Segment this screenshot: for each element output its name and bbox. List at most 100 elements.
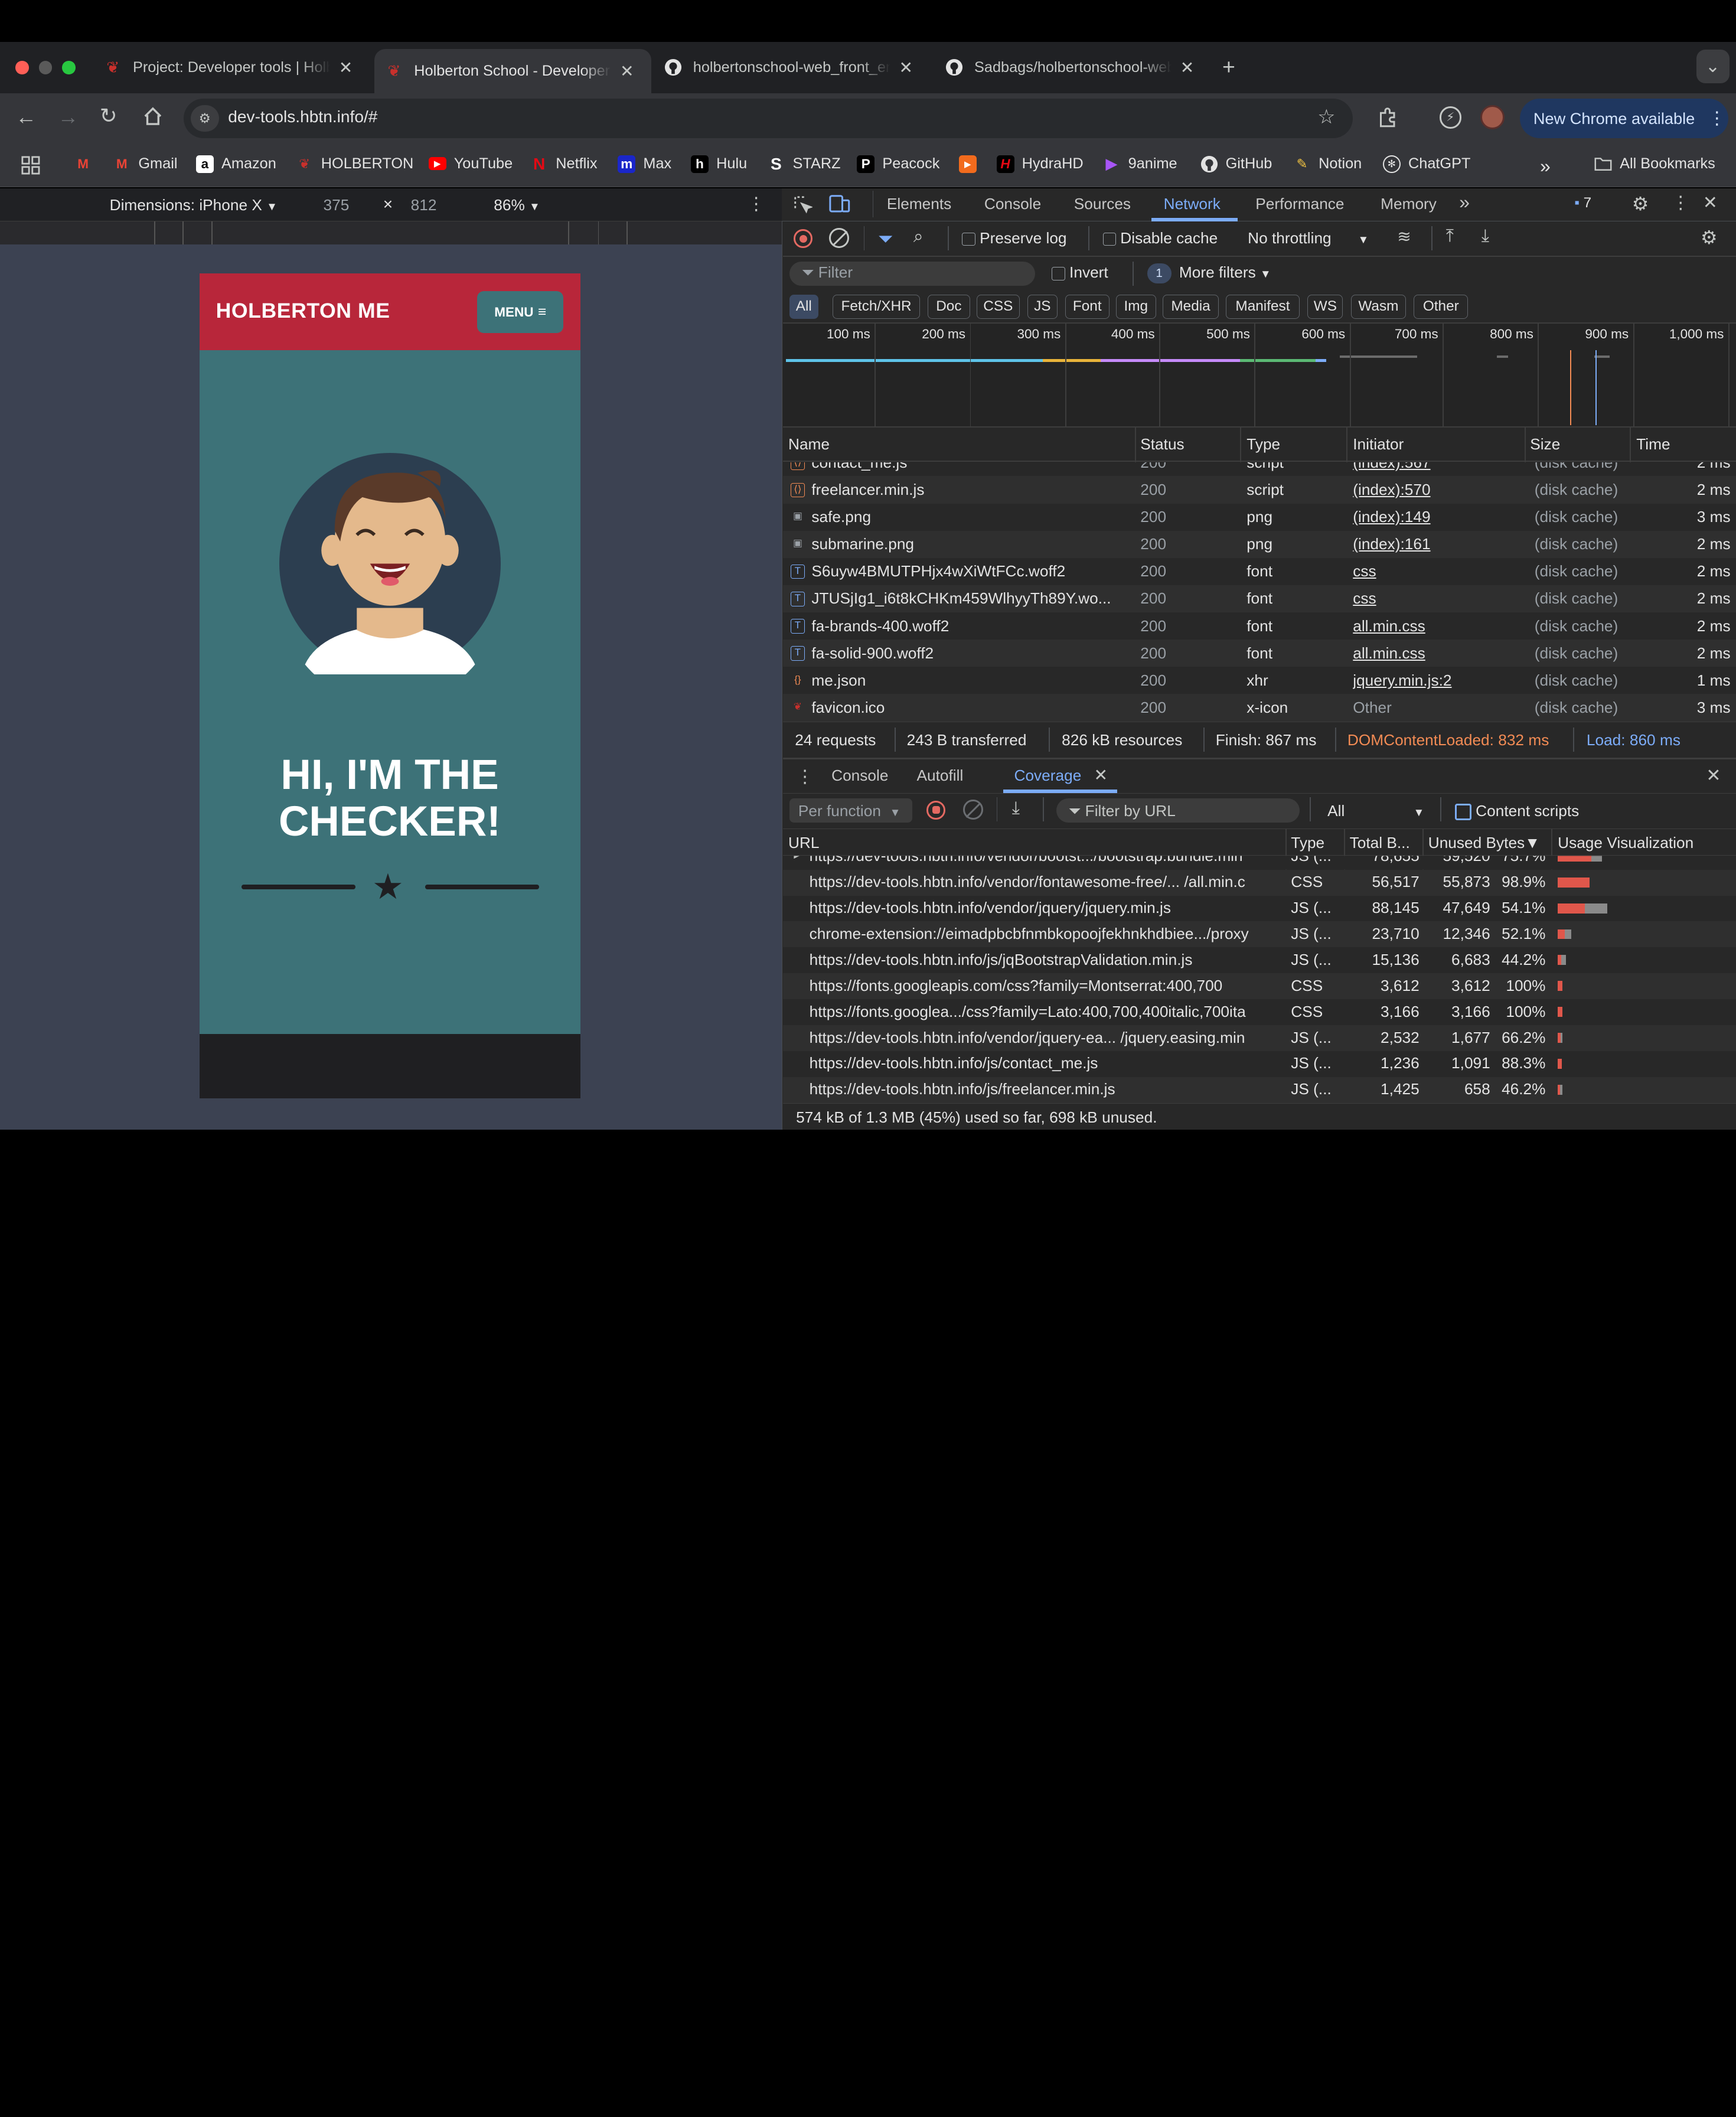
throttling-select[interactable]: No throttling ▼ <box>1248 229 1369 247</box>
bookmark-hydrahd[interactable]: H HydraHD <box>996 155 1084 173</box>
bookmark-gmail-unlabeled[interactable]: M <box>74 155 100 173</box>
url-text[interactable]: dev-tools.hbtn.info/# <box>228 107 377 126</box>
inspect-element-icon[interactable] <box>793 195 813 220</box>
close-tab-icon[interactable]: ✕ <box>339 58 353 77</box>
performance-icon[interactable]: ⚡ <box>1439 106 1461 129</box>
devtools-tab-console[interactable]: Console <box>984 195 1041 213</box>
clear-icon[interactable] <box>829 228 850 248</box>
coverage-record-button[interactable] <box>926 800 946 820</box>
bookmark-holberton[interactable]: ❦ HOLBERTON <box>296 155 413 173</box>
close-window-button[interactable] <box>15 61 29 74</box>
forward-icon[interactable]: → <box>58 105 79 129</box>
bookmark-netflix[interactable]: N Netflix <box>530 155 598 173</box>
request-row[interactable]: ⟨⟩ freelancer.min.js 200 script (index):570 (… <box>782 476 1736 504</box>
coverage-col-visualization[interactable]: Usage Visualization <box>1558 834 1693 852</box>
drawer-tab-console[interactable]: Console <box>831 766 888 785</box>
request-initiator[interactable]: css <box>1353 562 1519 580</box>
column-header-name[interactable]: Name <box>788 435 830 454</box>
coverage-row[interactable]: https://dev-tools.hbtn.info/vendor/jquer… <box>782 895 1736 922</box>
devtools-menu-icon[interactable]: ⋮ <box>1672 193 1689 213</box>
request-initiator[interactable]: (index):570 <box>1353 481 1519 499</box>
request-row[interactable]: Tfa-solid-900.woff2 200 font all.min.css (di… <box>782 640 1736 667</box>
tab-search-button[interactable]: ⌄ <box>1696 50 1730 83</box>
bookmark-github[interactable]: GitHub <box>1200 155 1272 173</box>
type-filter-wasm[interactable]: Wasm <box>1350 294 1407 319</box>
more-tabs-button[interactable]: » <box>1459 191 1470 213</box>
site-menu-button[interactable]: MENU ≡ <box>477 291 564 334</box>
column-header-size[interactable]: Size <box>1530 435 1560 454</box>
bookmark-amazon[interactable]: a Amazon <box>195 155 276 173</box>
more-filters-dropdown[interactable]: More filters ▼ <box>1179 263 1271 282</box>
new-chrome-available-button[interactable]: New Chrome available ⋮ <box>1520 98 1728 139</box>
request-row[interactable]: ❦ favicon.ico 200 x-icon Other (disk cache) 3 … <box>782 694 1736 722</box>
close-tab-icon[interactable]: ✕ <box>620 61 634 81</box>
type-filter-img[interactable]: Img <box>1116 294 1156 319</box>
coverage-col-total[interactable]: Total B... <box>1350 834 1410 852</box>
site-info-icon[interactable]: ⚙ <box>190 105 220 132</box>
type-filter-other[interactable]: Other <box>1414 294 1469 319</box>
home-icon[interactable] <box>143 106 163 131</box>
drawer-tab-autofill[interactable]: Autofill <box>917 766 964 785</box>
coverage-row[interactable]: https://dev-tools.hbtn.info/vendor/fonta… <box>782 869 1736 896</box>
bookmark-peacock[interactable]: P Peacock <box>857 155 939 173</box>
coverage-row[interactable]: https://fonts.googlea.../css?family=Lato… <box>782 999 1736 1025</box>
bookmark-9anime[interactable]: ▶ 9anime <box>1103 155 1177 173</box>
type-filter-fetch[interactable]: Fetch/XHR <box>833 294 921 319</box>
coverage-type-select[interactable]: All ▼ <box>1327 802 1424 820</box>
extensions-icon[interactable] <box>1376 106 1399 133</box>
drawer-menu-icon[interactable]: ⋮ <box>796 766 814 787</box>
devtools-close-icon[interactable]: ✕ <box>1703 193 1718 213</box>
coverage-row[interactable]: chrome-extension://eimadpbcbfnmbkopoojfe… <box>782 921 1736 948</box>
filter-field[interactable]: ⏷ Filter <box>802 263 853 282</box>
network-conditions-icon[interactable]: ≋ <box>1397 227 1411 246</box>
device-width-input[interactable]: 375 <box>324 196 350 214</box>
coverage-row[interactable]: https://dev-tools.hbtn.info/vendor/jquer… <box>782 1025 1736 1051</box>
request-row[interactable]: T S6uyw4BMUTPHjx4wXiWtFCc.woff2 200 font css… <box>782 557 1736 585</box>
bookmark-starz[interactable]: S STARZ <box>767 155 841 173</box>
request-initiator[interactable]: (index):161 <box>1353 535 1519 553</box>
type-filter-css[interactable]: CSS <box>976 294 1020 319</box>
browser-tab[interactable]: ❦ Project: Developer tools | Holberton ✕ <box>93 49 370 87</box>
coverage-clear-icon[interactable] <box>963 799 983 820</box>
close-tab-icon[interactable]: ✕ <box>899 58 913 77</box>
devtools-tab-network[interactable]: Network <box>1164 195 1221 213</box>
issues-counter[interactable]: ▪ 7 <box>1574 195 1591 211</box>
invert-checkbox[interactable]: Invert <box>1052 263 1108 282</box>
column-header-initiator[interactable]: Initiator <box>1353 435 1404 454</box>
type-filter-doc[interactable]: Doc <box>928 294 970 319</box>
drawer-tab-coverage[interactable]: Coverage <box>1014 766 1082 785</box>
devtools-tab-memory[interactable]: Memory <box>1381 195 1437 213</box>
coverage-row[interactable]: https://fonts.googleapis.com/css?family=… <box>782 973 1736 999</box>
bookmark-hulu[interactable]: h Hulu <box>691 155 747 173</box>
devtools-settings-icon[interactable]: ⚙ <box>1632 193 1649 215</box>
device-height-input[interactable]: 812 <box>411 196 437 214</box>
request-initiator[interactable]: all.min.css <box>1353 617 1519 635</box>
coverage-row[interactable]: https://dev-tools.hbtn.info/js/jqBootstr… <box>782 947 1736 974</box>
devtools-tab-performance[interactable]: Performance <box>1255 195 1344 213</box>
reload-icon[interactable]: ↻ <box>100 104 118 128</box>
request-row[interactable]: ▣ submarine.png 200 png (index):161 (disk cac… <box>782 530 1736 558</box>
apps-grid-icon[interactable] <box>21 156 40 180</box>
disable-cache-checkbox[interactable]: Disable cache <box>1102 229 1218 247</box>
coverage-col-url[interactable]: URL <box>788 834 820 852</box>
type-filter-font[interactable]: Font <box>1065 294 1110 319</box>
request-initiator[interactable]: all.min.css <box>1353 644 1519 663</box>
coverage-export-icon[interactable]: ⤓ <box>1012 798 1020 818</box>
bookmark-chatgpt[interactable]: ✻ ChatGPT <box>1382 155 1470 173</box>
checkbox-box[interactable] <box>1102 232 1116 246</box>
zoom-select[interactable]: 86% ▼ <box>494 196 540 214</box>
coverage-filter-field[interactable]: ⏷ Filter by URL <box>1068 802 1175 821</box>
kebab-menu-icon[interactable]: ⋮ <box>1708 108 1726 129</box>
device-more-options-icon[interactable]: ⋮ <box>748 194 765 214</box>
type-filter-manifest[interactable]: Manifest <box>1225 294 1300 319</box>
coverage-row[interactable]: https://dev-tools.hbtn.info/js/freelance… <box>782 1077 1736 1103</box>
search-icon[interactable]: ⌕ <box>913 227 924 247</box>
type-filter-js[interactable]: JS <box>1027 294 1058 319</box>
zoom-window-button[interactable] <box>62 61 76 74</box>
coverage-col-type[interactable]: Type <box>1291 834 1324 852</box>
column-header-time[interactable]: Time <box>1636 435 1670 454</box>
request-initiator[interactable]: jquery.min.js:2 <box>1353 671 1519 690</box>
checkbox-box[interactable] <box>962 232 975 246</box>
filter-funnel-icon[interactable]: ⏷ <box>878 228 893 250</box>
type-filter-ws[interactable]: WS <box>1307 294 1343 319</box>
